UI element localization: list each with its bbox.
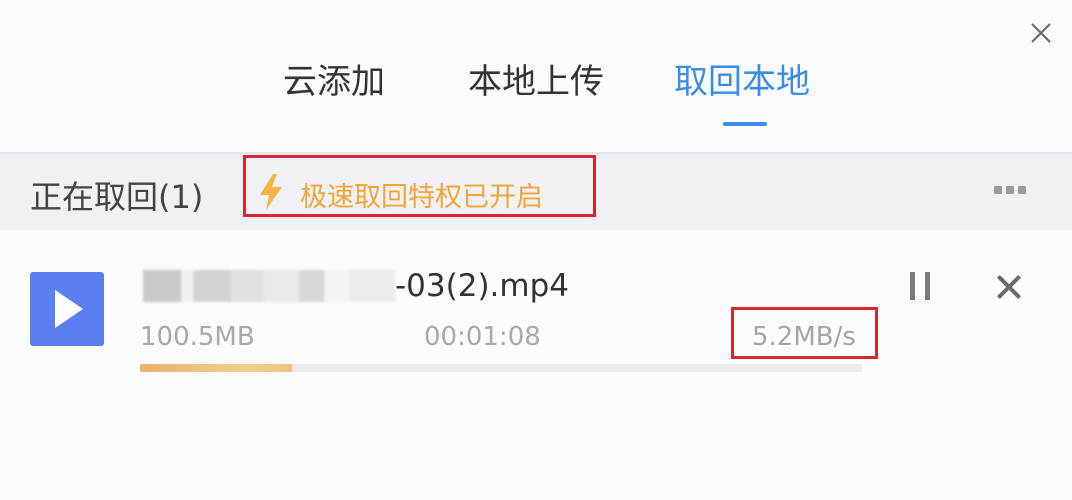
blurred-filename [143, 270, 395, 302]
section-title: 正在取回(1) [30, 178, 204, 216]
tab-local-upload[interactable]: 本地上传 [468, 60, 604, 104]
download-item: -03(2).mp4 100.5MB 00:01:08 5.2MB/s [0, 230, 1072, 500]
download-progress-bar [140, 364, 862, 372]
tab-cloud-add[interactable]: 云添加 [283, 60, 385, 104]
file-name: -03(2).mp4 [395, 268, 569, 304]
elapsed-time: 00:01:08 [424, 322, 541, 352]
pause-icon[interactable] [906, 270, 934, 302]
file-size: 100.5MB [140, 322, 255, 352]
tab-retrieve-local[interactable]: 取回本地 [674, 60, 810, 104]
cancel-icon[interactable] [992, 270, 1026, 304]
privilege-status-text: 极速取回特权已开启 [300, 182, 543, 213]
tab-bar: 云添加 本地上传 取回本地 [0, 0, 1072, 152]
download-progress-fill [140, 364, 292, 372]
more-options-icon[interactable] [994, 186, 1026, 194]
retrieving-section-header: 正在取回(1) 极速取回特权已开启 [0, 154, 1072, 230]
video-file-icon [30, 272, 104, 346]
lightning-bolt-icon [260, 174, 282, 210]
active-tab-indicator [723, 122, 767, 126]
download-speed: 5.2MB/s [752, 322, 856, 352]
